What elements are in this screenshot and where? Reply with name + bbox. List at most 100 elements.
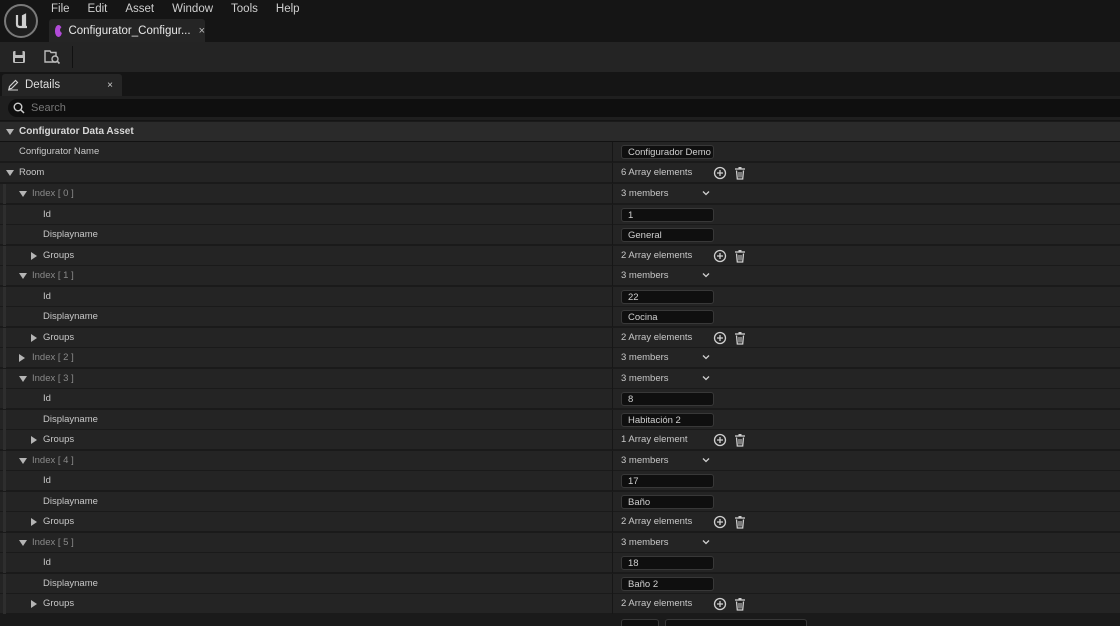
room-groups-row[interactable]: Groups 2 Array elements	[0, 246, 1120, 266]
property-label: Displayname	[43, 311, 98, 322]
room-displayname-row: Displayname	[0, 225, 1120, 245]
column-divider	[612, 246, 613, 266]
partial-asset-picker[interactable]	[665, 619, 807, 626]
delete-array-icon[interactable]	[733, 331, 747, 345]
delete-array-icon[interactable]	[733, 433, 747, 447]
asset-editor-tab[interactable]: Configurator_Configur... ×	[49, 19, 205, 42]
expand-arrow-icon[interactable]	[31, 252, 37, 260]
add-element-icon[interactable]	[713, 331, 727, 345]
add-element-icon[interactable]	[713, 597, 727, 611]
indent-guide	[3, 512, 6, 532]
displayname-field[interactable]	[621, 310, 714, 324]
room-groups-row[interactable]: Groups 2 Array elements	[0, 328, 1120, 348]
room-index-row[interactable]: Index [ 1 ] 3 members	[0, 266, 1120, 286]
menu-window[interactable]: Window	[163, 0, 222, 18]
delete-array-icon[interactable]	[733, 166, 747, 180]
id-field[interactable]	[621, 474, 714, 488]
menu-asset[interactable]: Asset	[116, 0, 163, 18]
add-element-icon[interactable]	[713, 433, 727, 447]
delete-array-icon[interactable]	[733, 249, 747, 263]
chevron-down-icon[interactable]	[702, 538, 710, 546]
expand-arrow-icon[interactable]	[31, 436, 37, 444]
property-label: Groups	[43, 598, 75, 609]
property-label: Index [ 2 ]	[32, 352, 74, 363]
column-divider	[612, 369, 613, 389]
indent-guide	[3, 533, 6, 553]
room-displayname-row: Displayname	[0, 574, 1120, 594]
displayname-field[interactable]	[621, 577, 714, 591]
configurator-name-field[interactable]	[621, 145, 714, 159]
column-divider	[612, 471, 613, 491]
category-header[interactable]: Configurator Data Asset	[0, 122, 1120, 142]
collapse-arrow-icon[interactable]	[6, 129, 14, 135]
room-groups-row[interactable]: Groups 2 Array elements	[0, 594, 1120, 614]
indent-guide	[3, 348, 6, 368]
partial-field[interactable]	[621, 619, 659, 626]
expand-arrow-icon[interactable]	[19, 354, 25, 362]
collapse-arrow-icon[interactable]	[19, 540, 27, 546]
room-groups-row[interactable]: Groups 1 Array element	[0, 430, 1120, 450]
chevron-down-icon[interactable]	[702, 456, 710, 464]
save-icon[interactable]	[8, 47, 30, 67]
id-field[interactable]	[621, 556, 714, 570]
chevron-down-icon[interactable]	[702, 271, 710, 279]
array-count: 2 Array elements	[621, 598, 693, 609]
property-label: Id	[43, 475, 51, 486]
room-groups-row[interactable]: Groups 2 Array elements	[0, 512, 1120, 532]
property-label: Room	[19, 167, 45, 178]
property-label: Index [ 0 ]	[32, 188, 74, 199]
category-label: Configurator Data Asset	[19, 126, 134, 137]
room-id-row: Id	[0, 471, 1120, 491]
menu-help[interactable]: Help	[267, 0, 309, 18]
room-index-row[interactable]: Index [ 0 ] 3 members	[0, 184, 1120, 204]
close-tab-icon[interactable]: ×	[199, 25, 205, 37]
displayname-field[interactable]	[621, 228, 714, 242]
collapse-arrow-icon[interactable]	[19, 376, 27, 382]
search-bar	[0, 96, 1120, 120]
room-index-row[interactable]: Index [ 4 ] 3 members	[0, 451, 1120, 471]
array-count: 2 Array elements	[621, 516, 693, 527]
add-element-icon[interactable]	[713, 166, 727, 180]
delete-array-icon[interactable]	[733, 597, 747, 611]
indent-guide	[3, 184, 6, 204]
add-element-icon[interactable]	[713, 515, 727, 529]
id-field[interactable]	[621, 392, 714, 406]
indent-guide	[3, 205, 6, 225]
details-tab-label: Details	[25, 79, 61, 91]
expand-arrow-icon[interactable]	[6, 170, 14, 176]
property-label: Id	[43, 557, 51, 568]
expand-arrow-icon[interactable]	[31, 600, 37, 608]
add-element-icon[interactable]	[713, 249, 727, 263]
menu-tools[interactable]: Tools	[222, 0, 267, 18]
chevron-down-icon[interactable]	[702, 353, 710, 361]
expand-arrow-icon[interactable]	[31, 334, 37, 342]
displayname-field[interactable]	[621, 495, 714, 509]
id-field[interactable]	[621, 290, 714, 304]
id-field[interactable]	[621, 208, 714, 222]
delete-array-icon[interactable]	[733, 515, 747, 529]
search-input[interactable]	[31, 102, 931, 114]
collapse-arrow-icon[interactable]	[19, 273, 27, 279]
indent-guide	[3, 246, 6, 266]
expand-arrow-icon[interactable]	[31, 518, 37, 526]
property-label: Groups	[43, 332, 75, 343]
room-index-row[interactable]: Index [ 2 ] 3 members	[0, 348, 1120, 368]
room-index-row[interactable]: Index [ 5 ] 3 members	[0, 533, 1120, 553]
asset-editor-tab-label: Configurator_Configur...	[68, 24, 191, 37]
displayname-field[interactable]	[621, 413, 714, 427]
chevron-down-icon[interactable]	[702, 374, 710, 382]
panel-tab-bar: Details ×	[0, 72, 1120, 96]
close-details-icon[interactable]: ×	[107, 80, 113, 91]
room-array-row[interactable]: Room 6 Array elements	[0, 163, 1120, 183]
collapse-arrow-icon[interactable]	[19, 191, 27, 197]
menu-file[interactable]: File	[42, 0, 79, 18]
details-tab[interactable]: Details ×	[2, 74, 122, 96]
browse-asset-icon[interactable]	[41, 47, 63, 67]
collapse-arrow-icon[interactable]	[19, 458, 27, 464]
column-divider	[612, 574, 613, 594]
indent-guide	[3, 471, 6, 491]
room-index-row[interactable]: Index [ 3 ] 3 members	[0, 369, 1120, 389]
menu-edit[interactable]: Edit	[79, 0, 117, 18]
chevron-down-icon[interactable]	[702, 189, 710, 197]
unreal-logo-icon[interactable]	[4, 4, 38, 38]
